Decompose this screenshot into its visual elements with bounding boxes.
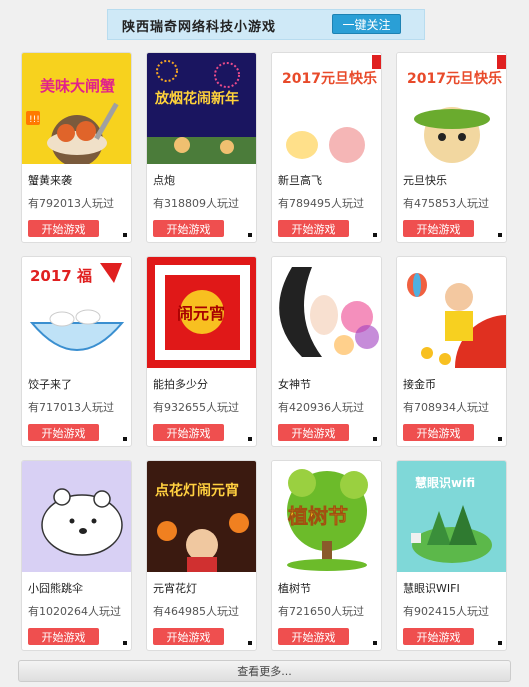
play-count: 有902415人玩过 bbox=[403, 605, 489, 618]
play-count: 有464985人玩过 bbox=[153, 605, 239, 618]
game-card[interactable]: 2017元旦快乐 元旦快乐 有475853人玩过 开始游戏 bbox=[396, 52, 507, 243]
thumb-caption: 慧眼识wifi bbox=[415, 475, 475, 490]
game-name: 饺子来了 bbox=[28, 378, 72, 391]
play-count: 有717013人玩过 bbox=[28, 401, 114, 414]
game-thumbnail[interactable]: 慧眼识wifi bbox=[397, 461, 506, 572]
game-name: 接金币 bbox=[403, 378, 436, 391]
corner-marker bbox=[123, 641, 127, 645]
play-count: 有475853人玩过 bbox=[403, 197, 489, 210]
thumb-caption: 闹元宵 bbox=[177, 304, 225, 323]
start-game-button[interactable]: 开始游戏 bbox=[278, 628, 349, 645]
game-thumbnail[interactable] bbox=[397, 257, 506, 368]
game-thumbnail[interactable] bbox=[272, 257, 381, 368]
play-count: 有721650人玩过 bbox=[278, 605, 364, 618]
game-card[interactable]: 点花灯闹元宵 元宵花灯 有464985人玩过 开始游戏 bbox=[146, 460, 257, 651]
play-count: 有420936人玩过 bbox=[278, 401, 364, 414]
play-count: 有318809人玩过 bbox=[153, 197, 239, 210]
start-game-button[interactable]: 开始游戏 bbox=[28, 220, 99, 237]
corner-marker bbox=[373, 641, 377, 645]
game-name: 小囧熊跳伞 bbox=[28, 582, 83, 595]
game-card[interactable]: 2017元旦快乐 新旦高飞 有789495人玩过 开始游戏 bbox=[271, 52, 382, 243]
thumb-caption: 2017 福 bbox=[30, 267, 92, 285]
start-game-button[interactable]: 开始游戏 bbox=[28, 424, 99, 441]
corner-marker bbox=[373, 437, 377, 441]
header-banner: 陕西瑞奇网络科技小游戏 一键关注 bbox=[107, 9, 425, 40]
play-count: 有789495人玩过 bbox=[278, 197, 364, 210]
play-count: 有708934人玩过 bbox=[403, 401, 489, 414]
game-thumbnail[interactable]: 美味大闸蟹 !!! bbox=[22, 53, 131, 164]
game-name: 能拍多少分 bbox=[153, 378, 208, 391]
corner-marker bbox=[248, 641, 252, 645]
start-game-button[interactable]: 开始游戏 bbox=[153, 628, 224, 645]
game-thumbnail[interactable]: 2017元旦快乐 bbox=[272, 53, 381, 164]
thumb-caption: 2017元旦快乐 bbox=[282, 70, 377, 87]
start-game-button[interactable]: 开始游戏 bbox=[153, 424, 224, 441]
corner-marker bbox=[123, 437, 127, 441]
follow-button[interactable]: 一键关注 bbox=[332, 14, 401, 34]
game-thumbnail[interactable]: 点花灯闹元宵 bbox=[147, 461, 256, 572]
thumb-caption: 2017元旦快乐 bbox=[407, 70, 502, 87]
game-card[interactable]: 女神节 有420936人玩过 开始游戏 bbox=[271, 256, 382, 447]
play-count: 有932655人玩过 bbox=[153, 401, 239, 414]
banner-title: 陕西瑞奇网络科技小游戏 bbox=[122, 20, 277, 35]
load-more-button[interactable]: 查看更多... bbox=[18, 660, 511, 682]
start-game-button[interactable]: 开始游戏 bbox=[278, 220, 349, 237]
svg-text:!!!: !!! bbox=[29, 115, 40, 125]
start-game-button[interactable]: 开始游戏 bbox=[403, 424, 474, 441]
game-card[interactable]: 美味大闸蟹 !!! 蟹黄来袭 有792013人玩过 开始游戏 bbox=[21, 52, 132, 243]
play-count: 有1020264人玩过 bbox=[28, 605, 121, 618]
game-thumbnail[interactable]: 2017 福 bbox=[22, 257, 131, 368]
game-name: 点炮 bbox=[153, 174, 175, 187]
corner-marker bbox=[498, 233, 502, 237]
thumb-caption: 植树节 bbox=[288, 504, 348, 528]
start-game-button[interactable]: 开始游戏 bbox=[28, 628, 99, 645]
game-thumbnail[interactable]: 2017元旦快乐 bbox=[397, 53, 506, 164]
game-card[interactable]: 闹元宵 能拍多少分 有932655人玩过 开始游戏 bbox=[146, 256, 257, 447]
game-name: 新旦高飞 bbox=[278, 174, 322, 187]
game-card[interactable]: 慧眼识wifi 慧眼识WIFI 有902415人玩过 开始游戏 bbox=[396, 460, 507, 651]
corner-marker bbox=[248, 233, 252, 237]
game-name: 元宵花灯 bbox=[153, 582, 197, 595]
game-thumbnail[interactable] bbox=[22, 461, 131, 572]
corner-marker bbox=[498, 641, 502, 645]
start-game-button[interactable]: 开始游戏 bbox=[403, 220, 474, 237]
game-thumbnail[interactable]: 植树节 bbox=[272, 461, 381, 572]
game-card[interactable]: 2017 福 饺子来了 有717013人玩过 开始游戏 bbox=[21, 256, 132, 447]
game-name: 蟹黄来袭 bbox=[28, 174, 72, 187]
corner-marker bbox=[248, 437, 252, 441]
game-thumbnail[interactable]: 放烟花闹新年 bbox=[147, 53, 256, 164]
corner-marker bbox=[373, 233, 377, 237]
corner-marker bbox=[498, 437, 502, 441]
start-game-button[interactable]: 开始游戏 bbox=[153, 220, 224, 237]
game-card[interactable]: 小囧熊跳伞 有1020264人玩过 开始游戏 bbox=[21, 460, 132, 651]
game-card[interactable]: 放烟花闹新年 点炮 有318809人玩过 开始游戏 bbox=[146, 52, 257, 243]
thumb-caption: 点花灯闹元宵 bbox=[155, 482, 239, 499]
game-card[interactable]: 植树节 植树节 有721650人玩过 开始游戏 bbox=[271, 460, 382, 651]
game-thumbnail[interactable]: 闹元宵 bbox=[147, 257, 256, 368]
start-game-button[interactable]: 开始游戏 bbox=[278, 424, 349, 441]
game-name: 慧眼识WIFI bbox=[403, 582, 460, 595]
start-game-button[interactable]: 开始游戏 bbox=[403, 628, 474, 645]
game-card[interactable]: 接金币 有708934人玩过 开始游戏 bbox=[396, 256, 507, 447]
thumb-caption: 美味大闸蟹 bbox=[40, 77, 115, 95]
game-name: 女神节 bbox=[278, 378, 311, 391]
play-count: 有792013人玩过 bbox=[28, 197, 114, 210]
game-name: 元旦快乐 bbox=[403, 174, 447, 187]
game-name: 植树节 bbox=[278, 582, 311, 595]
thumb-caption: 放烟花闹新年 bbox=[154, 90, 239, 107]
corner-marker bbox=[123, 233, 127, 237]
